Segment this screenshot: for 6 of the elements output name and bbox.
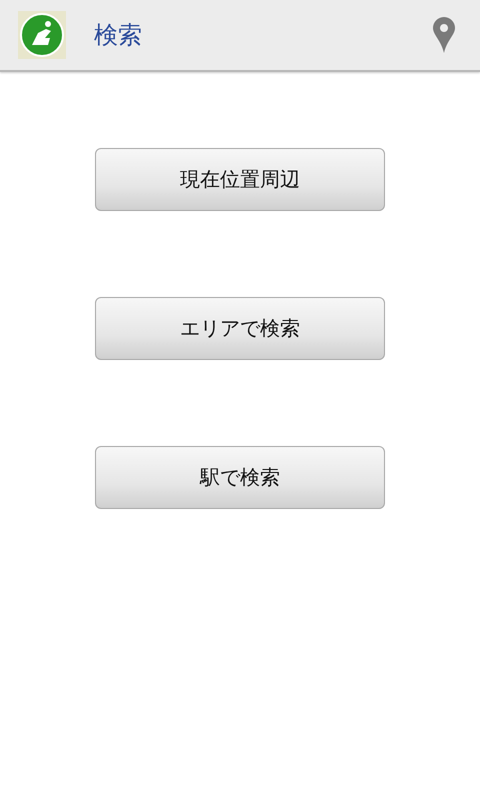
location-pin-icon[interactable] xyxy=(432,16,456,54)
search-option-button[interactable]: 駅で検索 xyxy=(95,446,385,509)
search-option-button[interactable]: エリアで検索 xyxy=(95,297,385,360)
search-option-button[interactable]: 現在位置周辺 xyxy=(95,148,385,211)
seat-logo-icon[interactable] xyxy=(18,11,66,59)
screen-title: 検索 xyxy=(94,20,143,51)
